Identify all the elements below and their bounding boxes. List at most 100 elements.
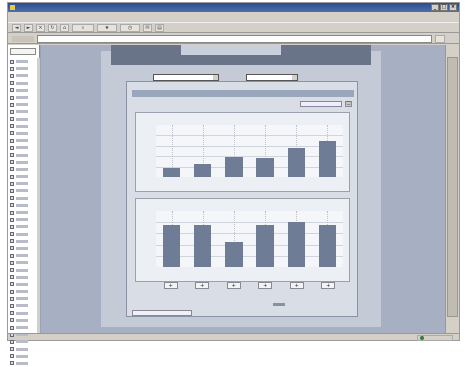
tree-node[interactable] — [10, 288, 37, 295]
expand-marker-button[interactable]: + — [195, 282, 210, 289]
chart-bar[interactable] — [287, 222, 305, 267]
expand-icon[interactable] — [10, 354, 14, 359]
chart-bar[interactable] — [287, 148, 305, 177]
chart-bar[interactable] — [225, 241, 243, 267]
chart-bar[interactable] — [318, 141, 337, 177]
expand-icon[interactable] — [10, 253, 14, 258]
expand-marker-button[interactable]: + — [226, 282, 241, 289]
tree-node[interactable] — [10, 238, 37, 245]
tree-node[interactable] — [10, 324, 37, 331]
expand-icon[interactable] — [10, 303, 14, 308]
expand-icon[interactable] — [10, 145, 14, 150]
expand-marker-button[interactable]: + — [321, 282, 336, 289]
expand-marker-button[interactable]: + — [258, 282, 273, 289]
expand-icon[interactable] — [10, 361, 14, 366]
expand-icon[interactable] — [10, 188, 14, 193]
expand-marker-button[interactable]: + — [289, 282, 304, 289]
back-button[interactable]: ◄ — [12, 23, 21, 32]
minimize-button[interactable]: _ — [431, 4, 439, 11]
tree-node[interactable] — [10, 353, 37, 360]
tree-node[interactable] — [10, 259, 37, 266]
stop-button[interactable]: × — [36, 23, 45, 32]
expand-icon[interactable] — [10, 88, 14, 93]
chart-bar[interactable] — [194, 164, 212, 177]
tree-node[interactable] — [10, 144, 37, 151]
expand-icon[interactable] — [10, 260, 14, 265]
chart-bar[interactable] — [256, 157, 274, 177]
expand-icon[interactable] — [10, 138, 14, 143]
maximize-button[interactable]: □ — [440, 4, 448, 11]
panel-footer-tab[interactable] — [132, 310, 192, 316]
expand-icon[interactable] — [10, 181, 14, 186]
expand-icon[interactable] — [10, 318, 14, 323]
tree-node[interactable] — [10, 317, 37, 324]
chart-bar[interactable] — [318, 225, 337, 267]
history-button[interactable]: ◷ — [120, 23, 140, 32]
expand-icon[interactable] — [10, 239, 14, 244]
expand-icon[interactable] — [10, 203, 14, 208]
expand-icon[interactable] — [10, 196, 14, 201]
print-button[interactable]: ▤ — [155, 23, 164, 32]
tree-node[interactable] — [10, 80, 37, 87]
tree-node[interactable] — [10, 72, 37, 79]
tree-scrollbar[interactable] — [37, 58, 40, 333]
tree-node[interactable] — [10, 58, 37, 65]
chart-bar[interactable] — [194, 225, 212, 267]
tree-node[interactable] — [10, 302, 37, 309]
tree-node[interactable] — [10, 108, 37, 115]
forward-button[interactable]: ► — [24, 23, 33, 32]
print-icon[interactable]: ▤ — [345, 101, 352, 107]
tree-node[interactable] — [10, 151, 37, 158]
tree-node[interactable] — [10, 137, 37, 144]
tree-node[interactable] — [10, 130, 37, 137]
page-scrollbar[interactable] — [445, 45, 459, 333]
search-button[interactable]: ⌕ — [72, 23, 94, 32]
tree-node[interactable] — [10, 187, 37, 194]
expand-icon[interactable] — [10, 217, 14, 222]
address-input[interactable] — [37, 34, 432, 43]
tree-node[interactable] — [10, 180, 37, 187]
right-dropdown[interactable] — [246, 74, 298, 81]
tree-node[interactable] — [10, 116, 37, 123]
panel-action-button[interactable] — [300, 101, 342, 107]
favorites-button[interactable]: ★ — [97, 23, 117, 32]
tree-node[interactable] — [10, 159, 37, 166]
expand-icon[interactable] — [10, 174, 14, 179]
expand-icon[interactable] — [10, 153, 14, 158]
mail-button[interactable]: ✉ — [143, 23, 152, 32]
expand-icon[interactable] — [10, 282, 14, 287]
tree-node[interactable] — [10, 346, 37, 353]
expand-icon[interactable] — [10, 275, 14, 280]
expand-icon[interactable] — [10, 311, 14, 316]
chart-bar[interactable] — [162, 225, 181, 267]
tree-node[interactable] — [10, 195, 37, 202]
tree-node[interactable] — [10, 310, 37, 317]
expand-marker-button[interactable]: + — [163, 282, 178, 289]
tree-node[interactable] — [10, 209, 37, 216]
expand-icon[interactable] — [10, 325, 14, 330]
close-button[interactable]: × — [449, 4, 457, 11]
expand-icon[interactable] — [10, 224, 14, 229]
tree-node[interactable] — [10, 94, 37, 101]
tree-node[interactable] — [10, 166, 37, 173]
expand-icon[interactable] — [10, 109, 14, 114]
chart-bar[interactable] — [225, 156, 243, 177]
tree-selector[interactable] — [10, 48, 36, 55]
tree-node[interactable] — [10, 101, 37, 108]
expand-icon[interactable] — [10, 102, 14, 107]
tree-node[interactable] — [10, 281, 37, 288]
tree-node[interactable] — [10, 274, 37, 281]
left-dropdown[interactable] — [153, 74, 219, 81]
tree-node[interactable] — [10, 252, 37, 259]
tree-node[interactable] — [10, 202, 37, 209]
tree-node[interactable] — [10, 266, 37, 273]
expand-icon[interactable] — [10, 73, 14, 78]
tree-node[interactable] — [10, 223, 37, 230]
go-button[interactable] — [435, 34, 445, 43]
tree-node[interactable] — [10, 123, 37, 130]
tree-node[interactable] — [10, 295, 37, 302]
expand-icon[interactable] — [10, 117, 14, 122]
tree-node[interactable] — [10, 173, 37, 180]
expand-icon[interactable] — [10, 66, 14, 71]
expand-icon[interactable] — [10, 210, 14, 215]
